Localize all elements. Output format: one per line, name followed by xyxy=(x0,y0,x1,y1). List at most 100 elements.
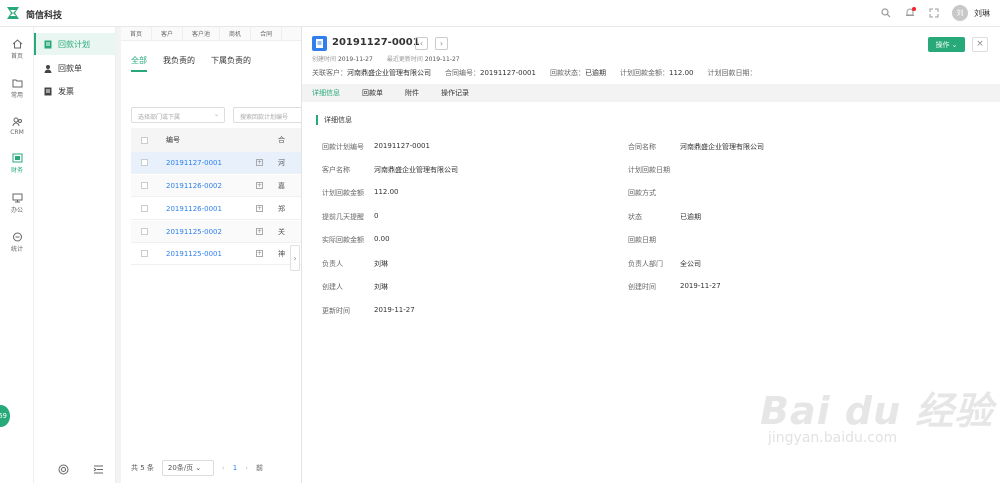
row-checkbox[interactable] xyxy=(141,250,148,257)
brand-name: 简信科技 xyxy=(26,11,63,21)
fullscreen-icon[interactable] xyxy=(928,7,940,19)
prev-record-button[interactable]: ‹ xyxy=(415,37,428,50)
summary-label: 回款状态： xyxy=(549,69,585,77)
table-row[interactable]: 20191125-0002 + 关 xyxy=(131,221,301,243)
select-all-checkbox[interactable] xyxy=(141,136,148,144)
operation-button[interactable]: 操作 ⌄ xyxy=(928,37,965,52)
rail-item-finance[interactable]: 财务 xyxy=(0,153,34,183)
field-label: 创建时间 xyxy=(628,283,656,291)
row-code-link[interactable]: 20191125-0002 xyxy=(166,228,256,236)
rail-item-crm[interactable]: CRM xyxy=(0,117,34,147)
home-icon xyxy=(12,39,22,49)
person-doc-icon xyxy=(44,64,52,73)
row-checkbox[interactable] xyxy=(141,228,148,235)
table-row[interactable]: 20191126-0001 + 郑 xyxy=(131,198,301,220)
rail-label: 常用 xyxy=(10,92,23,99)
rail-item-home[interactable]: 首页 xyxy=(0,39,34,69)
expand-icon[interactable]: + xyxy=(256,159,263,166)
prev-page-icon[interactable]: ‹ xyxy=(222,464,225,472)
document-icon xyxy=(312,36,327,51)
field-label: 实际回款金额 xyxy=(322,236,364,244)
crumb-opportunity[interactable]: 商机 xyxy=(220,27,252,40)
page-size-value: 20条/页 xyxy=(167,464,194,472)
expand-icon[interactable]: + xyxy=(256,182,263,189)
close-button[interactable]: × xyxy=(972,37,988,52)
search-input[interactable]: 搜索回款计划编号 xyxy=(233,107,303,123)
row-code-link[interactable]: 20191125-0001 xyxy=(166,250,256,258)
avatar[interactable]: 刘 xyxy=(952,5,968,21)
chevron-down-icon: ⌄ xyxy=(951,40,958,49)
field-label: 负责人部门 xyxy=(628,260,663,268)
field-value: 2019-11-27 xyxy=(374,306,415,314)
tab-subordinate[interactable]: 下属负责的 xyxy=(211,55,251,72)
field-label: 计划回款金额 xyxy=(322,189,364,197)
field-create-time: 创建时间 2019-11-27 xyxy=(628,282,721,292)
tab-attachments[interactable]: 附件 xyxy=(405,88,419,98)
submenu-item-invoice[interactable]: 发票 xyxy=(34,80,116,102)
tab-mine[interactable]: 我负责的 xyxy=(163,55,195,72)
tab-receipts[interactable]: 回款单 xyxy=(362,88,383,98)
people-icon xyxy=(12,117,22,127)
tab-activity-log[interactable]: 操作记录 xyxy=(441,88,469,98)
crumb-customer-pool[interactable]: 客户池 xyxy=(183,27,221,40)
tab-detail-info[interactable]: 详细信息 xyxy=(312,88,340,98)
row-code-link[interactable]: 20191127-0001 xyxy=(166,159,256,167)
collapse-menu-icon[interactable] xyxy=(93,464,104,475)
bell-icon[interactable] xyxy=(904,7,916,19)
rail-label: 首页 xyxy=(10,53,23,60)
settings-icon[interactable] xyxy=(58,464,69,475)
table-row[interactable]: 20191125-0001 + 神 xyxy=(131,243,301,265)
crumb-contract[interactable]: 合同 xyxy=(251,27,283,40)
collapse-detail-handle[interactable]: › xyxy=(290,245,300,271)
next-record-button[interactable]: › xyxy=(435,37,448,50)
list-tabs: 全部 我负责的 下属负责的 xyxy=(131,55,251,72)
rail-item-office[interactable]: 办公 xyxy=(0,193,34,223)
monitor-icon xyxy=(12,193,22,203)
field-value: 刘琳 xyxy=(374,260,388,268)
field-label: 创建人 xyxy=(322,283,343,291)
user-name[interactable]: 刘琳 xyxy=(974,8,990,19)
crumb-customer[interactable]: 客户 xyxy=(152,27,184,40)
page-size-select[interactable]: 20条/页 ⌄ xyxy=(161,460,214,476)
total-count: 共 5 条 xyxy=(131,464,154,472)
finance-icon xyxy=(12,153,22,163)
row-checkbox[interactable] xyxy=(141,205,148,212)
jump-label: 前 xyxy=(256,464,263,472)
submenu-item-receipt[interactable]: 回款单 xyxy=(34,57,116,79)
submenu-item-payment-plan[interactable]: 回款计划 xyxy=(34,33,116,55)
logo-icon xyxy=(7,7,19,19)
row-cell: 嘉 xyxy=(278,181,285,190)
table-row[interactable]: 20191127-0001 + 河 xyxy=(131,152,301,174)
row-code-link[interactable]: 20191126-0002 xyxy=(166,182,256,190)
next-page-icon[interactable]: › xyxy=(245,464,248,472)
rail-label: 办公 xyxy=(10,207,23,214)
field-label: 回款方式 xyxy=(628,189,656,197)
rail-item-common[interactable]: 常用 xyxy=(0,78,34,108)
expand-icon[interactable]: + xyxy=(256,205,263,212)
crumb-home[interactable]: 首页 xyxy=(121,27,153,40)
rail-item-stats[interactable]: 统计 xyxy=(0,232,34,262)
field-payment-date: 回款日期 xyxy=(628,235,680,245)
expand-icon[interactable]: + xyxy=(256,228,263,235)
tab-all[interactable]: 全部 xyxy=(131,55,147,72)
field-value: 0.00 xyxy=(374,235,390,243)
field-actual-amount: 实际回款金额 0.00 xyxy=(322,235,390,245)
dept-select[interactable]: 选择部门或下属 ⌄ xyxy=(131,107,225,123)
row-code-link[interactable]: 20191126-0001 xyxy=(166,205,256,213)
table-header: 编号 合 xyxy=(131,128,301,152)
current-page[interactable]: 1 xyxy=(233,464,237,472)
field-label: 客户名称 xyxy=(322,166,350,174)
summary-value: 112.00 xyxy=(668,69,694,77)
document-icon xyxy=(44,40,52,48)
row-checkbox[interactable] xyxy=(141,159,148,166)
search-icon[interactable] xyxy=(880,7,892,19)
field-label: 计划回款日期 xyxy=(628,166,670,174)
top-bar: 简信科技 刘 刘琳 xyxy=(0,0,1000,27)
stats-icon xyxy=(12,232,22,242)
expand-icon[interactable]: + xyxy=(256,250,263,257)
pagination: 共 5 条 20条/页 ⌄ ‹ 1 › 前 xyxy=(131,460,263,476)
field-label: 负责人 xyxy=(322,260,343,268)
table-row[interactable]: 20191126-0002 + 嘉 xyxy=(131,175,301,197)
detail-title: 20191127-0001 xyxy=(332,37,420,48)
row-checkbox[interactable] xyxy=(141,182,148,189)
